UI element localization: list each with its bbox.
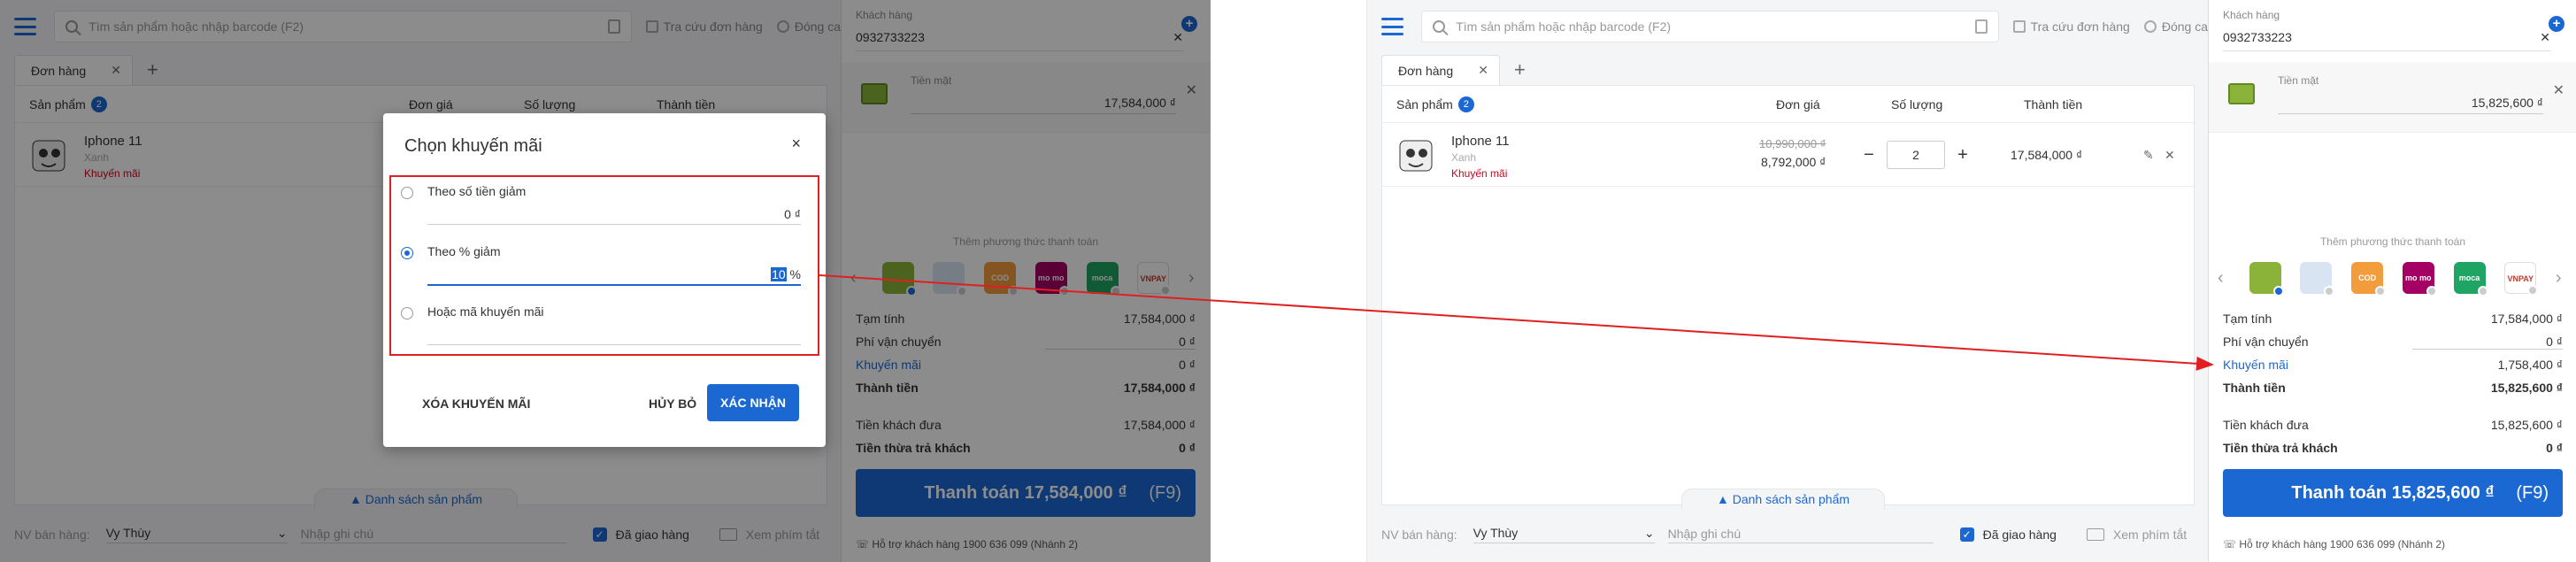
- unit-price[interactable]: 8,792,000 ₫: [1761, 155, 1826, 169]
- receipt-icon: [2012, 20, 2026, 33]
- chevron-down-icon: ⌄: [1643, 526, 1655, 540]
- summary-paid: Tiền khách đưa 15,825,600 ₫: [2223, 418, 2563, 432]
- shift-icon: [2143, 20, 2157, 33]
- screen-after: Tìm sản phẩm hoặc nhập barcode (F2) Tra …: [1366, 0, 2576, 562]
- cash-icon: [2228, 83, 2255, 104]
- order-tabs: Đơn hàng ✕ +: [1381, 55, 1526, 85]
- modal-title: Chọn khuyến mãi: [404, 136, 542, 156]
- menu-icon[interactable]: [1381, 18, 1404, 35]
- payment-method-moca[interactable]: moca: [2453, 262, 2488, 296]
- shortcuts-link[interactable]: Xem phím tắt: [2086, 527, 2187, 542]
- close-icon[interactable]: ×: [791, 135, 801, 153]
- summary-total: Thành tiền 15,825,600 ₫: [2223, 381, 2563, 395]
- edit-icon[interactable]: ✎: [2143, 148, 2154, 163]
- quantity-input[interactable]: 2: [1887, 141, 1945, 169]
- product-image: [1399, 140, 1433, 172]
- pay-button[interactable]: Thanh toán 15,825,600 ₫ (F9): [2223, 469, 2563, 517]
- note-input[interactable]: Nhập ghi chú: [1667, 527, 1934, 543]
- customer-field[interactable]: 0932733223 ✕: [2223, 30, 2550, 51]
- support-hotline: ☏ Hỗ trợ khách hàng 1900 636 099 (Nhánh …: [2223, 538, 2446, 550]
- lookup-order-link[interactable]: Tra cứu đơn hàng: [2012, 19, 2130, 34]
- clear-promo-button[interactable]: XÓA KHUYẾN MÃI: [422, 396, 530, 411]
- delete-icon[interactable]: ✕: [2165, 148, 2175, 163]
- payment-method-cash[interactable]: [2249, 262, 2284, 296]
- original-price: 10,990,000 ₫: [1759, 137, 1826, 150]
- cash-payment: Tiền mặt 15,825,600 ₫ ✕: [2209, 62, 2576, 133]
- clear-icon[interactable]: ✕: [2540, 30, 2550, 45]
- sales-pane: Tìm sản phẩm hoặc nhập barcode (F2) Tra …: [1367, 0, 2209, 562]
- cash-input[interactable]: 15,825,600 ₫: [2278, 96, 2543, 114]
- payment-methods: ‹ COD mo mo moca VNPAY ›: [2218, 258, 2568, 297]
- table-header: Sản phẩm 2 Đơn giá Số lượng Thành tiền: [1382, 86, 2194, 123]
- barcode-icon[interactable]: [1974, 19, 1988, 34]
- promo-modal: Chọn khuyến mãi × Theo số tiền giảm 0 ₫ …: [383, 113, 826, 447]
- payment-method-vnpay[interactable]: VNPAY: [2504, 262, 2539, 296]
- line-total: 17,584,000 ₫: [2011, 148, 2083, 162]
- selection-dot: [2477, 286, 2488, 296]
- quantity-stepper: − 2 +: [1860, 141, 1972, 169]
- keyboard-icon: [2086, 528, 2104, 541]
- add-customer-button[interactable]: +: [2549, 16, 2564, 32]
- confirm-button[interactable]: XÁC NHẬN: [707, 384, 799, 421]
- radio-amount[interactable]: [401, 187, 413, 199]
- selection-dot: [2324, 286, 2335, 296]
- selection-dot: [2527, 285, 2539, 296]
- delivered-checkbox[interactable]: ✓ Đã giao hàng: [1959, 527, 2057, 542]
- staff-select[interactable]: Vy Thùy ⌄: [1473, 526, 1655, 543]
- add-tab-button[interactable]: +: [1514, 55, 1526, 85]
- product-list-toggle[interactable]: ▲ Danh sách sản phẩm: [1681, 489, 1885, 510]
- close-shift-link[interactable]: Đóng ca: [2143, 19, 2208, 34]
- plus-icon[interactable]: +: [1954, 145, 1972, 166]
- payment-method-cod[interactable]: COD: [2351, 262, 2387, 296]
- selection-dot: [2375, 286, 2387, 296]
- checkout-pane: Khách hàng + 0932733223 ✕ Tiền mặt 15,825…: [2209, 0, 2576, 562]
- selection-dot: [2426, 286, 2437, 296]
- remove-cash-icon[interactable]: ✕: [2553, 81, 2564, 99]
- chevron-left-icon[interactable]: ‹: [2218, 268, 2230, 289]
- radio-percent[interactable]: [401, 247, 413, 259]
- payment-method-bank[interactable]: [2300, 262, 2335, 296]
- search-input[interactable]: Tìm sản phẩm hoặc nhập barcode (F2): [1421, 11, 1999, 42]
- minus-icon[interactable]: −: [1860, 145, 1878, 166]
- screen-before: Tìm sản phẩm hoặc nhập barcode (F2) Tra …: [0, 0, 1211, 562]
- payment-method-momo[interactable]: mo mo: [2402, 262, 2437, 296]
- code-input[interactable]: [427, 327, 801, 345]
- product-count-badge: 2: [1457, 96, 1474, 112]
- selection-dot: [2272, 286, 2284, 296]
- product-list: Sản phẩm 2 Đơn giá Số lượng Thành tiền Ip…: [1381, 85, 2195, 505]
- amount-input[interactable]: 0 ₫: [427, 207, 801, 225]
- radio-code[interactable]: [401, 307, 413, 319]
- percent-input[interactable]: 10 %: [427, 267, 801, 286]
- table-row[interactable]: Iphone 11 Xanh Khuyến mãi 10,990,000 ₫ 8…: [1382, 123, 2194, 187]
- summary-change: Tiền thừa trả khách 0 ₫: [2223, 441, 2563, 455]
- chevron-right-icon[interactable]: ›: [2556, 268, 2568, 289]
- search-icon: [1433, 20, 1446, 33]
- summary-subtotal: Tạm tính 17,584,000 ₫: [2223, 312, 2563, 326]
- summary-promo: Khuyến mãi 1,758,400 ₫: [2223, 358, 2563, 372]
- tab-order[interactable]: Đơn hàng ✕: [1381, 55, 1500, 85]
- cancel-button[interactable]: HỦY BỎ: [649, 396, 696, 411]
- top-bar: Tìm sản phẩm hoặc nhập barcode (F2) Tra …: [1367, 0, 2208, 53]
- footer-bar: NV bán hàng: Vy Thùy ⌄ Nhập ghi chú ✓ Đã g…: [1381, 526, 2188, 543]
- close-tab-icon[interactable]: ✕: [1478, 63, 1488, 78]
- summary-shipping: Phí vận chuyển 0 ₫: [2223, 335, 2563, 350]
- check-icon: ✓: [1959, 527, 1974, 542]
